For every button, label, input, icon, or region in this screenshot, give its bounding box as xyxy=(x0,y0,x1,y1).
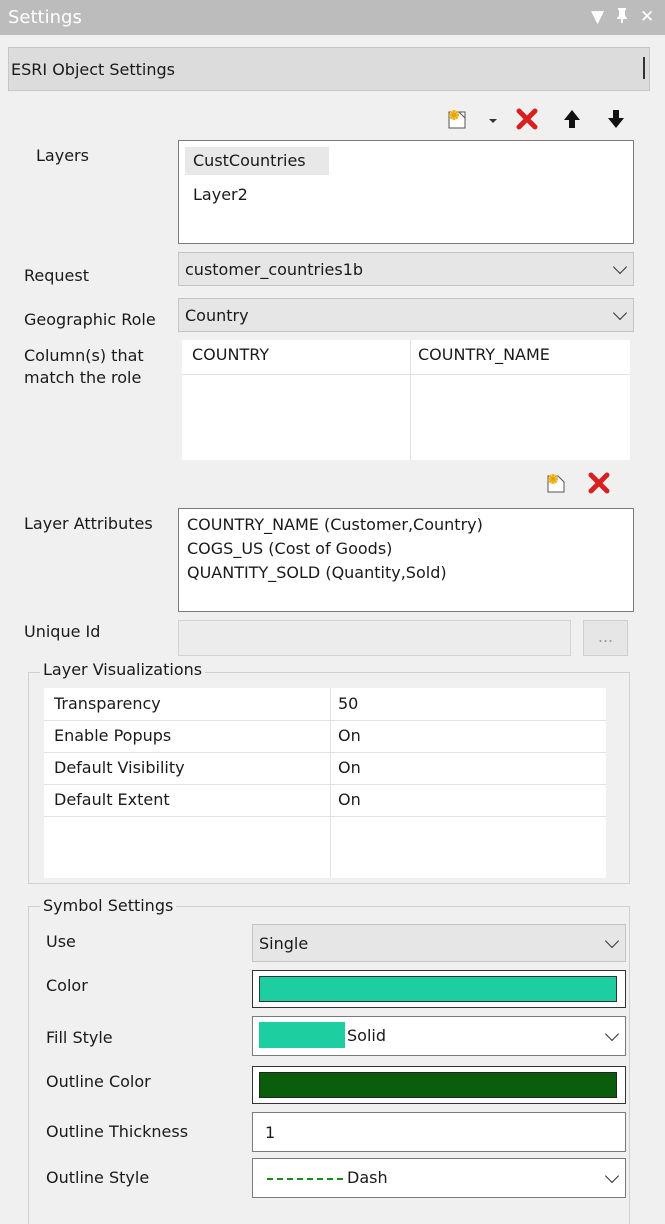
chevron-down-icon xyxy=(604,933,620,949)
use-select[interactable]: Single xyxy=(252,924,626,962)
object-settings-title: ESRI Object Settings xyxy=(11,60,176,79)
grid-row-divider xyxy=(44,816,606,817)
visualization-name-enable-popups: Enable Popups xyxy=(54,726,172,745)
visualization-name-default-extent: Default Extent xyxy=(54,790,170,809)
pin-icon[interactable] xyxy=(615,7,629,28)
outline-color-picker[interactable] xyxy=(252,1066,626,1104)
grid-column-divider xyxy=(330,688,331,878)
columns-match-label-line1: Column(s) that xyxy=(24,346,144,365)
visualization-value-default-extent[interactable]: On xyxy=(338,790,361,809)
layer-item-0: CustCountries xyxy=(193,151,306,170)
delete-attribute-icon[interactable] xyxy=(588,472,610,494)
attribute-item-1[interactable]: COGS_US (Cost of Goods) xyxy=(187,539,392,558)
settings-titlebar: Settings ▼ ✕ xyxy=(0,0,665,35)
layers-list[interactable]: CustCountries Layer2 xyxy=(178,140,634,244)
request-value: customer_countries1b xyxy=(185,260,364,279)
unique-id-browse-button[interactable]: ... xyxy=(583,620,628,656)
dash-line-preview xyxy=(267,1178,343,1180)
move-up-icon[interactable] xyxy=(562,108,584,130)
grid-row-divider xyxy=(44,752,606,753)
window-title: Settings xyxy=(8,7,82,28)
visualization-value-enable-popups[interactable]: On xyxy=(338,726,361,745)
outline-thickness-label: Outline Thickness xyxy=(46,1122,189,1141)
fill-style-swatch xyxy=(259,1022,345,1048)
dropdown-icon[interactable]: ▼ xyxy=(591,7,604,27)
delete-icon[interactable] xyxy=(516,108,538,130)
layer-visualizations-grid[interactable]: Transparency 50 Enable Popups On Default… xyxy=(44,688,606,878)
outline-style-value: Dash xyxy=(347,1168,388,1187)
color-swatch xyxy=(259,976,617,1002)
visualization-name-default-visibility: Default Visibility xyxy=(54,758,185,777)
layer-attributes-list[interactable]: COUNTRY_NAME (Customer,Country) COGS_US … xyxy=(178,508,634,612)
object-settings-header: ESRI Object Settings xyxy=(8,47,650,91)
use-value: Single xyxy=(259,934,309,953)
columns-match-grid[interactable]: COUNTRY COUNTRY_NAME xyxy=(182,340,630,460)
request-select[interactable]: customer_countries1b xyxy=(178,252,634,286)
use-label: Use xyxy=(46,932,76,951)
layers-label: Layers xyxy=(36,146,89,165)
layer-visualizations-title: Layer Visualizations xyxy=(40,660,206,679)
attribute-item-2[interactable]: QUANTITY_SOLD (Quantity,Sold) xyxy=(187,563,447,582)
outline-color-swatch xyxy=(259,1072,617,1098)
request-label: Request xyxy=(24,266,89,285)
fill-style-select[interactable]: Solid xyxy=(252,1016,626,1056)
chevron-down-icon xyxy=(604,1026,620,1042)
browse-label: ... xyxy=(597,627,614,646)
geographic-role-value: Country xyxy=(185,306,249,325)
move-down-icon[interactable] xyxy=(606,108,628,130)
chevron-down-icon xyxy=(612,259,628,275)
close-icon[interactable]: ✕ xyxy=(640,7,654,27)
column-cell-0[interactable]: COUNTRY xyxy=(192,345,269,364)
grid-row-divider xyxy=(44,784,606,785)
geographic-role-select[interactable]: Country xyxy=(178,298,634,332)
unique-id-label: Unique Id xyxy=(24,622,101,641)
columns-match-label-line2: match the role xyxy=(24,368,142,387)
layer-attributes-label: Layer Attributes xyxy=(24,514,153,533)
color-picker[interactable] xyxy=(252,970,626,1008)
new-attribute-icon[interactable] xyxy=(546,472,568,494)
new-layer-icon[interactable] xyxy=(447,108,469,130)
dropdown-arrow-icon[interactable] xyxy=(487,110,509,132)
outline-color-label: Outline Color xyxy=(46,1072,151,1091)
chevron-down-icon xyxy=(604,1168,620,1184)
column-cell-1[interactable]: COUNTRY_NAME xyxy=(418,345,550,364)
layer-item-1[interactable]: Layer2 xyxy=(193,185,248,204)
unique-id-input[interactable] xyxy=(178,620,571,656)
fill-style-label: Fill Style xyxy=(46,1028,113,1047)
column-divider xyxy=(410,340,411,460)
visualization-value-transparency[interactable]: 50 xyxy=(338,694,358,713)
attribute-item-0[interactable]: COUNTRY_NAME (Customer,Country) xyxy=(187,515,483,534)
geographic-role-label: Geographic Role xyxy=(24,310,156,329)
visualization-name-transparency: Transparency xyxy=(54,694,161,713)
visualization-value-default-visibility[interactable]: On xyxy=(338,758,361,777)
fill-style-value: Solid xyxy=(347,1026,386,1045)
chevron-down-icon xyxy=(612,305,628,321)
outline-thickness-value: 1 xyxy=(265,1123,276,1142)
symbol-settings-title: Symbol Settings xyxy=(40,896,177,915)
outline-style-label: Outline Style xyxy=(46,1168,150,1187)
list-item-selected[interactable]: CustCountries xyxy=(185,147,329,175)
outline-style-select[interactable]: Dash xyxy=(252,1158,626,1198)
color-label: Color xyxy=(46,976,88,995)
outline-thickness-input[interactable]: 1 xyxy=(252,1112,626,1152)
row-divider xyxy=(182,374,630,375)
header-separator xyxy=(643,57,645,79)
grid-row-divider xyxy=(44,720,606,721)
